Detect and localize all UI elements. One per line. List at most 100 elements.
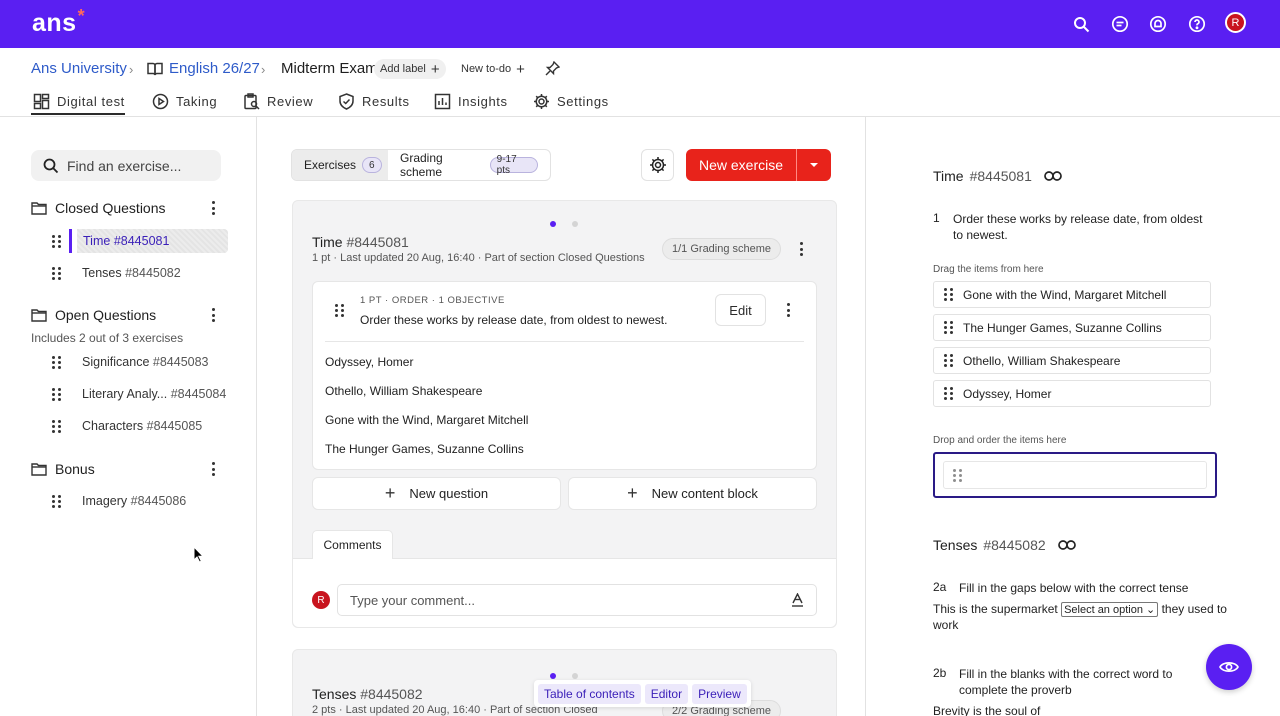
grading-scheme-toggle[interactable]: Grading scheme 9-17 pts — [388, 150, 550, 180]
tab-digital-test[interactable]: Digital test — [33, 90, 125, 112]
link-icon[interactable] — [1044, 171, 1062, 181]
drag-handle-icon[interactable] — [52, 419, 61, 433]
plus-icon: + — [516, 60, 525, 78]
question-menu-icon[interactable] — [783, 302, 793, 318]
sidebar-item-characters[interactable]: Characters #8445085 — [52, 414, 202, 438]
sidebar-item-imagery[interactable]: Imagery #8445086 — [52, 489, 186, 513]
plus-icon: + — [384, 483, 396, 503]
section-menu-icon[interactable] — [208, 200, 218, 216]
section-menu-icon[interactable] — [208, 307, 218, 323]
drop-slot[interactable] — [943, 461, 1207, 489]
exercise-settings-button[interactable] — [641, 149, 674, 181]
tab-insights[interactable]: Insights — [434, 90, 508, 112]
draggable-item[interactable]: The Hunger Games, Suzanne Collins — [933, 314, 1211, 341]
search-icon — [43, 158, 59, 173]
exercise-search[interactable] — [31, 150, 221, 181]
drag-handle-icon[interactable] — [944, 354, 953, 367]
new-question-button[interactable]: + New question — [312, 477, 561, 510]
grading-scheme-chip[interactable]: 1/1 Grading scheme — [662, 238, 782, 260]
sidebar-item-time[interactable]: Time #8445081 — [52, 229, 228, 253]
help-icon[interactable] — [1186, 13, 1208, 35]
app-logo[interactable]: ans* — [32, 6, 85, 38]
grid-icon — [33, 93, 50, 109]
search-input[interactable] — [67, 157, 207, 174]
page-title: Midterm Exam — [281, 60, 378, 77]
new-exercise-dropdown[interactable] — [797, 149, 831, 181]
drag-handle-icon[interactable] — [52, 494, 61, 508]
pin-icon[interactable] — [545, 60, 561, 79]
exercise-title[interactable]: Time #8445081 — [312, 234, 409, 250]
text-format-icon[interactable] — [791, 593, 804, 607]
comment-field[interactable] — [337, 584, 817, 616]
view-toggle: Exercises 6 Grading scheme 9-17 pts — [291, 149, 551, 181]
edit-button[interactable]: Edit — [715, 294, 766, 326]
gap-sentence: This is the supermarket Select an option… — [933, 602, 1227, 617]
section-open-questions[interactable]: Open Questions — [31, 307, 156, 323]
tab-results[interactable]: Results — [338, 90, 410, 112]
breadcrumb-org[interactable]: Ans University — [31, 60, 127, 77]
draggable-item[interactable]: Gone with the Wind, Margaret Mitchell — [933, 281, 1211, 308]
new-exercise-button[interactable]: New exercise — [686, 149, 797, 181]
play-icon — [152, 93, 169, 109]
drag-handle-icon[interactable] — [52, 234, 61, 248]
plus-icon: + — [627, 483, 638, 503]
tense-select[interactable]: Select an option ⌄ — [1061, 602, 1159, 617]
sidebar-item-literary-analysis[interactable]: Literary Analy... #8445084 — [52, 382, 226, 406]
drag-handle-icon[interactable] — [52, 266, 61, 280]
gear-icon — [649, 157, 666, 173]
drag-handle-icon[interactable] — [52, 355, 61, 369]
exercise-title[interactable]: Tenses #8445082 — [312, 686, 423, 702]
search-icon[interactable] — [1070, 13, 1092, 35]
drag-handle-icon[interactable] — [335, 304, 344, 317]
sidebar-item-significance[interactable]: Significance #8445083 — [52, 350, 209, 374]
tab-settings[interactable]: Settings — [533, 90, 609, 112]
question-number: 2b — [933, 666, 947, 680]
drag-handle-icon[interactable] — [944, 387, 953, 400]
section-bonus[interactable]: Bonus — [31, 461, 95, 477]
section-closed-questions[interactable]: Closed Questions — [31, 200, 166, 216]
sidebar-divider — [256, 117, 257, 716]
drag-handle-icon[interactable] — [52, 387, 61, 401]
new-todo-button[interactable]: New to-do + — [455, 59, 531, 79]
exercises-toggle[interactable]: Exercises 6 — [292, 150, 388, 180]
add-label-button[interactable]: Add label + — [374, 59, 446, 79]
question-number: 1 — [933, 211, 940, 225]
eye-icon — [1219, 662, 1239, 672]
nav-preview[interactable]: Preview — [692, 683, 747, 704]
section-menu-icon[interactable] — [208, 461, 218, 477]
tab-comments[interactable]: Comments — [312, 530, 393, 559]
comment-input[interactable] — [350, 592, 750, 608]
question-divider — [325, 341, 804, 342]
avatar: R — [312, 591, 330, 609]
tab-review[interactable]: Review — [243, 90, 313, 112]
draggable-item[interactable]: Odyssey, Homer — [933, 380, 1211, 407]
draggable-item[interactable]: Othello, William Shakespeare — [933, 347, 1211, 374]
question-text: Order these works by release date, from … — [360, 313, 668, 327]
book-icon — [147, 62, 163, 79]
breadcrumb-course[interactable]: English 26/27 — [169, 60, 260, 77]
page-dots[interactable] — [550, 221, 578, 227]
header-divider — [0, 116, 1280, 117]
nav-editor[interactable]: Editor — [644, 683, 689, 704]
section-note: Includes 2 out of 3 exercises — [31, 331, 184, 345]
nav-table-of-contents[interactable]: Table of contents — [538, 683, 641, 704]
drag-handle-icon[interactable] — [944, 288, 953, 301]
tab-taking[interactable]: Taking — [152, 90, 217, 112]
floating-nav: Table of contents Editor Preview — [534, 680, 751, 707]
user-avatar[interactable]: R — [1225, 12, 1246, 33]
preview-toggle-button[interactable] — [1206, 644, 1252, 690]
sidebar-item-tenses[interactable]: Tenses #8445082 — [52, 261, 181, 285]
drop-label: Drop and order the items here — [933, 435, 1067, 446]
link-icon[interactable] — [1057, 540, 1076, 550]
chevron-right-icon: › — [129, 62, 134, 77]
new-content-block-button[interactable]: + New content block — [568, 477, 817, 510]
mouse-cursor-icon — [193, 545, 205, 566]
exercise-menu-icon[interactable] — [796, 241, 806, 257]
page-dots[interactable] — [550, 673, 578, 679]
exercise-meta: 1 pt · Last updated 20 Aug, 16:40 · Part… — [312, 252, 645, 264]
question-text: Fill in the blanks with the correct word… — [959, 667, 1173, 697]
question-text: Fill in the gaps below with the correct … — [959, 581, 1189, 595]
chat-icon[interactable] — [1109, 13, 1131, 35]
drag-handle-icon[interactable] — [944, 321, 953, 334]
bell-icon[interactable] — [1147, 13, 1169, 35]
